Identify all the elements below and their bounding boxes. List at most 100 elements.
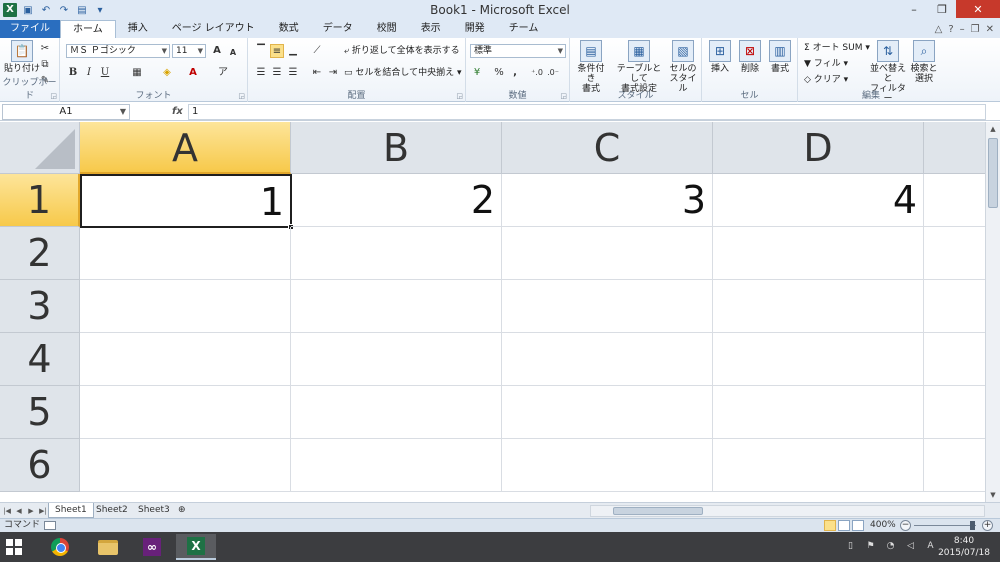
cell-a5[interactable] [80,386,291,439]
cell-b1[interactable]: 2 [291,174,502,227]
sheet-tab-sheet1[interactable]: Sheet1 [48,503,94,518]
tab-file[interactable]: ファイル [0,20,60,38]
align-middle-icon[interactable]: ≡ [270,44,284,58]
cell-c2[interactable] [502,227,713,280]
grow-font-button[interactable]: A [210,44,224,58]
column-header-b[interactable]: B [291,122,502,174]
macro-record-icon[interactable] [44,521,56,530]
paste-button[interactable]: 📋 貼り付け [4,40,40,74]
cell-e2[interactable] [924,227,985,280]
italic-button[interactable]: I [82,66,96,80]
alignment-launcher-icon[interactable]: ◲ [456,92,463,100]
battery-icon[interactable]: ▯ [845,541,856,552]
align-top-icon[interactable]: ▔ [254,44,268,58]
align-center-icon[interactable]: ☰ [270,66,284,80]
cell-styles-button[interactable]: ▧ セルの スタイル [666,40,700,94]
cell-c3[interactable] [502,280,713,333]
copy-icon[interactable]: ⧉ [38,58,52,72]
increase-indent-icon[interactable]: ⇥ [326,66,340,80]
taskbar-visual-studio[interactable]: ∞ [132,534,172,560]
cell-e4[interactable] [924,333,985,386]
shrink-font-button[interactable]: A [226,46,240,60]
cell-b4[interactable] [291,333,502,386]
column-header-a[interactable]: A [80,122,291,174]
decrease-indent-icon[interactable]: ⇤ [310,66,324,80]
row-header-1[interactable]: 1 [0,174,80,227]
find-select-button[interactable]: ⌕ 検索と 選択 [908,40,940,84]
scroll-up-icon[interactable]: ▲ [986,122,1000,136]
insert-sheet-icon[interactable]: ⊕ [172,503,192,518]
delete-cells-button[interactable]: ⊠ 削除 [736,40,764,74]
underline-button[interactable]: U [98,66,112,80]
increase-decimal-icon[interactable]: ⁺.0 [530,66,544,80]
redo-icon[interactable]: ↷ [57,3,71,17]
currency-format-icon[interactable]: ¥ [470,66,484,80]
workbook-close-icon[interactable]: ✕ [986,24,994,35]
font-color-icon[interactable]: A [186,66,200,80]
workbook-restore-icon[interactable]: ❐ [971,24,980,35]
tab-formulas[interactable]: 数式 [267,20,311,38]
number-format-select[interactable]: 標準 ▼ [470,44,566,58]
next-sheet-icon[interactable]: ▶ [26,505,36,517]
volume-icon[interactable]: ◁ [905,541,916,552]
first-sheet-icon[interactable]: |◀ [2,505,12,517]
column-header-c[interactable]: C [502,122,713,174]
zoom-in-icon[interactable]: + [982,520,993,531]
cell-a6[interactable] [80,439,291,492]
taskbar-excel[interactable]: X [176,534,216,560]
vertical-scroll-thumb[interactable] [988,138,998,208]
taskbar-chrome[interactable] [40,534,80,560]
flag-icon[interactable]: ⚑ [865,541,876,552]
row-header-4[interactable]: 4 [0,333,80,386]
zoom-level[interactable]: 400% [870,519,896,532]
autosum-button[interactable]: Σ オート SUM ▾ [804,41,870,55]
sheet-tab-sheet3[interactable]: Sheet3 [132,503,176,518]
zoom-slider-thumb[interactable] [970,521,975,530]
cell-e5[interactable] [924,386,985,439]
vertical-scrollbar[interactable]: ▲ ▼ [985,122,1000,502]
borders-icon[interactable]: ▦ [130,66,144,80]
network-icon[interactable]: ◔ [885,541,896,552]
cell-e6[interactable] [924,439,985,492]
cell-a3[interactable] [80,280,291,333]
cell-b6[interactable] [291,439,502,492]
zoom-out-icon[interactable]: − [900,520,911,531]
taskbar-explorer[interactable] [88,534,128,560]
normal-view-icon[interactable] [824,520,836,531]
insert-function-icon[interactable]: fx [172,104,186,120]
tab-insert[interactable]: 挿入 [116,20,160,38]
cell-b5[interactable] [291,386,502,439]
cell-c6[interactable] [502,439,713,492]
cell-c4[interactable] [502,333,713,386]
horizontal-scrollbar[interactable] [590,505,985,517]
cell-d2[interactable] [713,227,924,280]
page-break-view-icon[interactable] [852,520,864,531]
print-preview-icon[interactable]: ▤ [75,3,89,17]
conditional-formatting-button[interactable]: ▤ 条件付き 書式 [574,40,608,94]
cell-b2[interactable] [291,227,502,280]
cell-d3[interactable] [713,280,924,333]
cell-d5[interactable] [713,386,924,439]
prev-sheet-icon[interactable]: ◀ [14,505,24,517]
name-box[interactable]: A1 ▼ [2,104,130,120]
column-header-d[interactable]: D [713,122,924,174]
orientation-icon[interactable]: ⟋ [310,44,324,58]
row-header-5[interactable]: 5 [0,386,80,439]
start-button-icon[interactable] [6,539,22,555]
last-sheet-icon[interactable]: ▶| [38,505,48,517]
insert-cells-button[interactable]: ⊞ 挿入 [706,40,734,74]
tab-data[interactable]: データ [311,20,365,38]
percent-format-button[interactable]: % [492,66,506,80]
comma-format-button[interactable]: , [508,66,522,80]
column-header-e[interactable] [924,122,985,174]
select-all-button[interactable] [0,122,80,174]
cell-a1[interactable]: 1 [80,174,292,228]
fill-button[interactable]: ▼ フィル ▾ [804,57,848,71]
decrease-decimal-icon[interactable]: .0⁻ [546,66,560,80]
tab-home[interactable]: ホーム [60,20,116,38]
zoom-slider[interactable] [914,525,976,526]
close-button[interactable]: ✕ [956,0,1000,18]
bold-button[interactable]: B [66,66,80,80]
cell-d6[interactable] [713,439,924,492]
clear-button[interactable]: ◇ クリア ▾ [804,73,848,87]
